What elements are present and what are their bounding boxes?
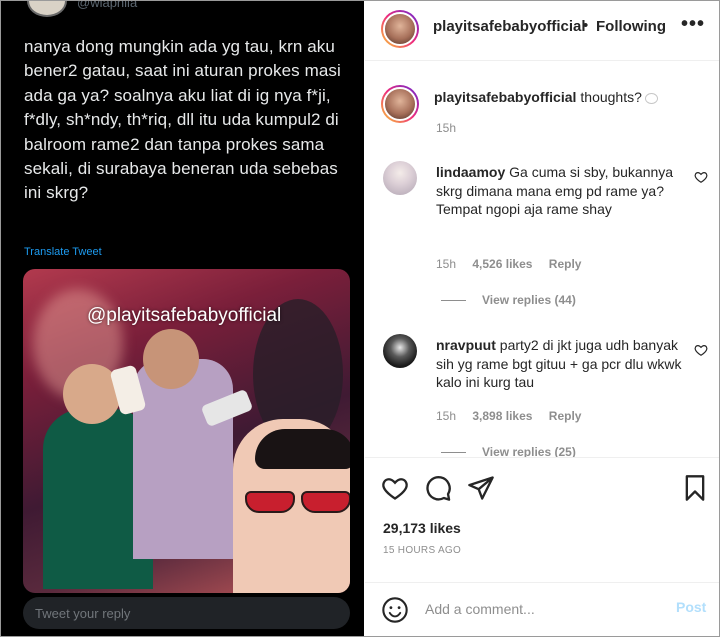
comment-reply-button[interactable]: Reply — [549, 409, 582, 423]
add-comment-bar: Post — [365, 582, 719, 636]
post-actions: 29,173 likes 15 HOURS AGO — [365, 457, 719, 581]
caption-avatar[interactable] — [381, 85, 419, 123]
following-button[interactable]: Following — [596, 18, 666, 35]
tweet-text: nanya dong mungkin ada yg tau, krn aku b… — [24, 37, 341, 203]
view-replies-label: View replies (25) — [482, 445, 576, 457]
caption-text: thoughts? — [580, 89, 642, 105]
account-avatar[interactable] — [381, 10, 419, 48]
like-heart-icon[interactable] — [381, 474, 409, 502]
view-replies-button[interactable]: View replies (44) — [441, 293, 576, 307]
comment-time: 15h — [436, 409, 457, 423]
tweet-author-avatar — [27, 1, 67, 17]
video-foreground-hair — [255, 429, 350, 469]
instagram-post-panel: playitsafebabyofficial • Following ••• p… — [365, 1, 719, 636]
comment-username[interactable]: lindaamoy — [436, 164, 505, 180]
translate-tweet-link[interactable]: Translate Tweet — [24, 246, 102, 258]
share-send-icon[interactable] — [467, 474, 495, 502]
account-username[interactable]: playitsafebabyofficial — [433, 18, 586, 35]
header-separator: • — [583, 17, 589, 34]
commenter-avatar[interactable] — [383, 161, 417, 195]
tweet-reply-box[interactable] — [23, 597, 350, 629]
post-likes-count[interactable]: 29,173 likes — [383, 520, 461, 536]
comment-meta: 15h 4,526 likes Reply — [436, 257, 594, 271]
caption-time: 15h — [436, 121, 457, 135]
emoji-icon[interactable] — [381, 596, 409, 624]
video-watermark: @playitsafebabyofficial — [87, 305, 282, 326]
video-person-lilac-outfit — [133, 359, 233, 559]
comment-reply-button[interactable]: Reply — [549, 257, 582, 271]
comment-meta: 15h 3,898 likes Reply — [436, 409, 594, 423]
view-replies-label: View replies (44) — [482, 293, 576, 307]
speech-bubble-icon — [644, 92, 658, 104]
replies-divider — [441, 452, 466, 454]
caption: playitsafebabyofficial thoughts? — [434, 89, 658, 105]
add-comment-input[interactable] — [425, 596, 665, 622]
tweet-author-handle: @wiaphila — [77, 1, 138, 10]
video-person-face — [143, 329, 199, 389]
tweet-reply-input[interactable] — [23, 597, 303, 629]
commenter-avatar[interactable] — [383, 334, 417, 368]
more-horizontal-icon[interactable]: ••• — [681, 13, 705, 36]
comments-section[interactable]: playitsafebabyofficial thoughts? 15h lind… — [365, 62, 719, 457]
tweet-video[interactable]: @playitsafebabyofficial 🔈 — [23, 269, 350, 593]
heart-outline-icon[interactable] — [694, 343, 708, 357]
post-timestamp: 15 HOURS AGO — [383, 545, 462, 556]
sunglasses-icon — [245, 491, 350, 515]
post-header: playitsafebabyofficial • Following ••• — [365, 1, 719, 61]
caption-username[interactable]: playitsafebabyofficial — [434, 89, 576, 105]
comment-time: 15h — [436, 257, 457, 271]
comment-body: nravpuut party2 di jkt juga udh banyak s… — [436, 336, 691, 392]
view-replies-button[interactable]: View replies (25) — [441, 445, 576, 457]
post-comment-button[interactable]: Post — [676, 599, 706, 615]
comment-likes[interactable]: 3,898 likes — [472, 409, 532, 423]
heart-outline-icon[interactable] — [694, 170, 708, 184]
comment-username[interactable]: nravpuut — [436, 337, 496, 353]
replies-divider — [441, 300, 466, 302]
comment-body: lindaamoy Ga cuma si sby, bukannya skrg … — [436, 163, 691, 219]
bookmark-icon[interactable] — [681, 474, 709, 502]
comment-likes[interactable]: 4,526 likes — [472, 257, 532, 271]
comment-icon[interactable] — [424, 474, 452, 502]
tweet-video-panel: @wiaphila nanya dong mungkin ada yg tau,… — [1, 1, 364, 636]
